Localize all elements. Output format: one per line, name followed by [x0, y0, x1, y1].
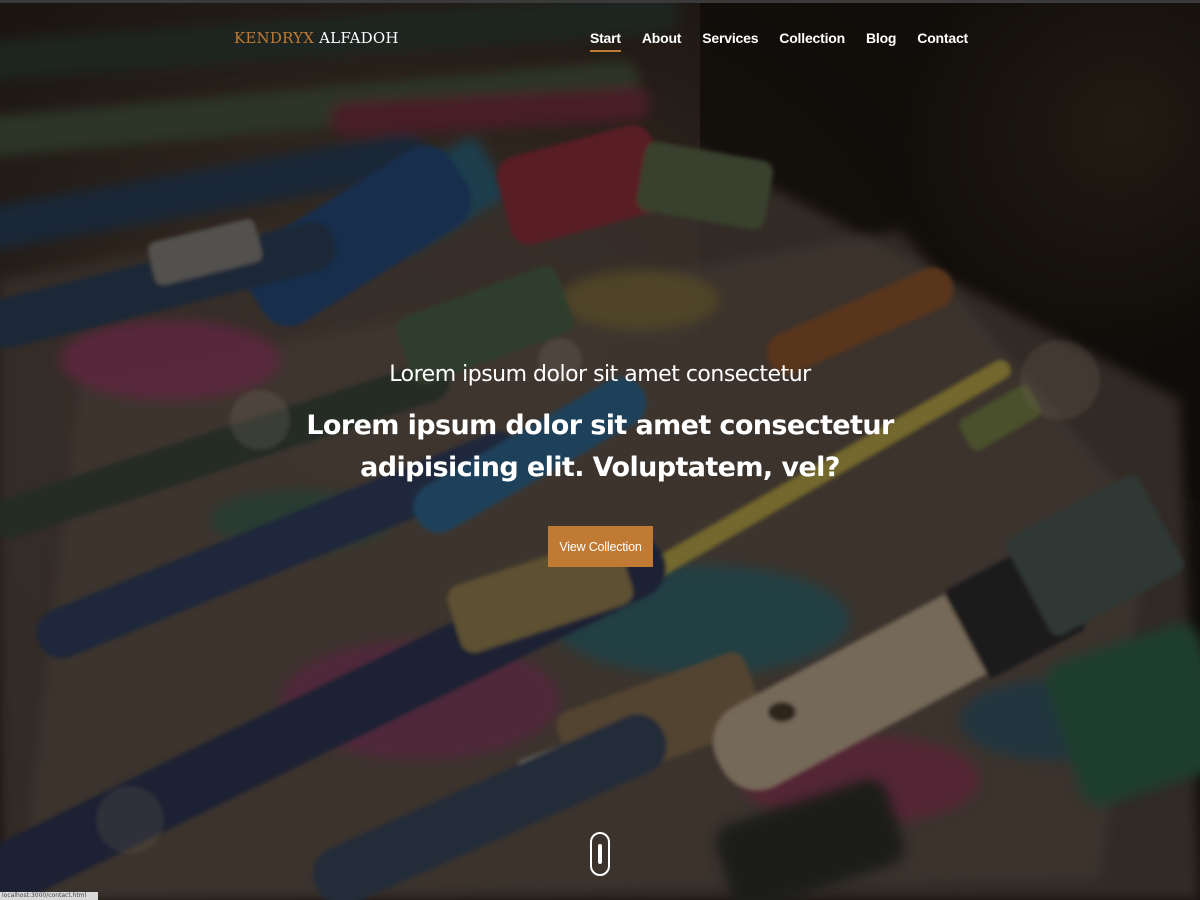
hero-headline: Lorem ipsum dolor sit amet consectetur a…	[306, 410, 894, 483]
hero-kicker: Lorem ipsum dolor sit amet consectetur	[389, 362, 811, 387]
status-bar-url: localhost:3000/contact.html	[0, 892, 98, 900]
hero-section: Lorem ipsum dolor sit amet consectetur L…	[0, 0, 1200, 900]
landing-page: KENDRYX ALFADOH Start About Services Coll…	[0, 0, 1200, 900]
scroll-wheel	[598, 844, 602, 864]
mouse-scroll-icon[interactable]	[590, 832, 610, 876]
view-collection-button[interactable]: View Collection	[548, 526, 653, 567]
browser-top-edge	[0, 0, 1200, 3]
